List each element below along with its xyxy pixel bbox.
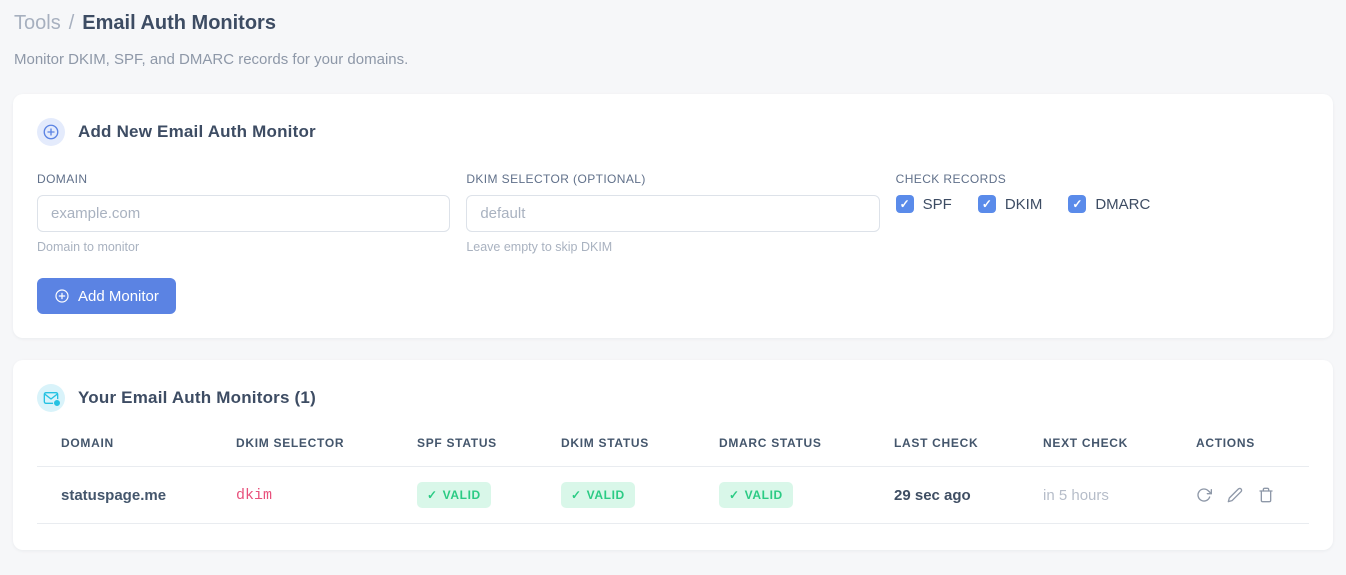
spf-checkbox-item[interactable]: ✓ SPF [895,195,952,213]
breadcrumb-tools[interactable]: Tools [14,12,61,35]
monitor-domain: statuspage.me [37,466,212,524]
check-icon: ✓ [571,488,582,502]
add-card-title: Add New Email Auth Monitor [78,122,316,141]
refresh-icon[interactable] [1196,487,1212,503]
dkim-selector-field-helper: Leave empty to skip DKIM [466,240,613,254]
spf-status-cell: ✓ VALID [393,466,537,524]
domain-input[interactable] [37,195,451,232]
check-records-group: CHECK RECORDS ✓ SPF ✓ DKIM ✓ DMARC [895,172,1309,254]
col-header-next-check: NEXT CHECK [1019,436,1172,467]
plus-circle-icon [54,288,70,304]
monitor-last-check: 29 sec ago [870,466,1019,524]
envelope-check-badge [53,399,61,407]
table-header-row: DOMAIN DKIM SELECTOR SPF STATUS DKIM STA… [37,436,1309,467]
add-monitor-button-label: Add Monitor [78,287,159,305]
plus-circle-icon [37,118,65,146]
add-monitor-card-header: Add New Email Auth Monitor [37,118,1309,146]
monitors-card-header: Your Email Auth Monitors (1) [37,384,1309,412]
dkim-checkbox-item[interactable]: ✓ DKIM [977,195,1043,213]
dkim-checkbox-checked-icon[interactable]: ✓ [977,195,996,213]
check-records-options: ✓ SPF ✓ DKIM ✓ DMARC [895,195,1309,213]
check-records-label: CHECK RECORDS [895,172,1007,186]
add-monitor-button[interactable]: Add Monitor [37,278,176,314]
envelope-check-icon [37,384,65,412]
dkim-status-cell: ✓ VALID [537,466,695,524]
col-header-dkim-selector: DKIM SELECTOR [212,436,393,467]
monitors-card-title: Your Email Auth Monitors (1) [78,388,316,407]
dmarc-status-badge: ✓ VALID [719,482,793,508]
dkim-checkbox-label: DKIM [1004,195,1043,213]
dkim-selector-input[interactable] [466,195,880,232]
domain-field-label: DOMAIN [37,172,88,186]
monitor-actions-cell [1172,466,1309,524]
table-row: statuspage.me dkim ✓ VALID ✓ VALID ✓ VAL… [37,466,1309,524]
check-icon: ✓ [729,488,740,502]
dmarc-checkbox-label: DMARC [1095,195,1151,213]
spf-status-badge: ✓ VALID [417,482,491,508]
edit-pencil-icon[interactable] [1227,487,1243,503]
col-header-domain: DOMAIN [37,436,212,467]
page-subtitle: Monitor DKIM, SPF, and DMARC records for… [14,51,409,68]
breadcrumb-separator: / [68,12,75,34]
breadcrumb: Tools / Email Auth Monitors [14,12,1332,35]
page-header: Tools / Email Auth Monitors Monitor DKIM… [0,0,1346,68]
dkim-selector-field-label: DKIM SELECTOR (OPTIONAL) [466,172,646,186]
spf-status-text: VALID [442,488,481,502]
dmarc-checkbox-item[interactable]: ✓ DMARC [1068,195,1150,213]
col-header-last-check: LAST CHECK [870,436,1019,467]
trash-icon[interactable] [1258,487,1274,503]
dkim-status-badge: ✓ VALID [561,482,635,508]
dkim-status-text: VALID [586,488,625,502]
check-icon: ✓ [427,488,438,502]
monitors-list-card: Your Email Auth Monitors (1) DOMAIN DKIM… [13,360,1333,550]
dmarc-status-cell: ✓ VALID [695,466,870,524]
spf-checkbox-label: SPF [922,195,952,213]
monitor-next-check: in 5 hours [1019,466,1172,524]
spf-checkbox-checked-icon[interactable]: ✓ [895,195,914,213]
page-title: Email Auth Monitors [82,12,276,34]
col-header-spf-status: SPF STATUS [393,436,537,467]
col-header-dmarc-status: DMARC STATUS [695,436,870,467]
col-header-dkim-status: DKIM STATUS [537,436,695,467]
domain-field-helper: Domain to monitor [37,240,140,254]
add-monitor-form: DOMAIN Domain to monitor DKIM SELECTOR (… [37,172,1309,254]
monitors-table: DOMAIN DKIM SELECTOR SPF STATUS DKIM STA… [37,436,1309,524]
dkim-selector-field-group: DKIM SELECTOR (OPTIONAL) Leave empty to … [466,172,880,254]
domain-field-group: DOMAIN Domain to monitor [37,172,451,254]
col-header-actions: ACTIONS [1172,436,1309,467]
dmarc-checkbox-checked-icon[interactable]: ✓ [1068,195,1087,213]
add-monitor-card: Add New Email Auth Monitor DOMAIN Domain… [13,94,1333,338]
row-actions [1196,487,1309,503]
monitor-dkim-selector: dkim [212,466,393,524]
dmarc-status-text: VALID [744,488,783,502]
